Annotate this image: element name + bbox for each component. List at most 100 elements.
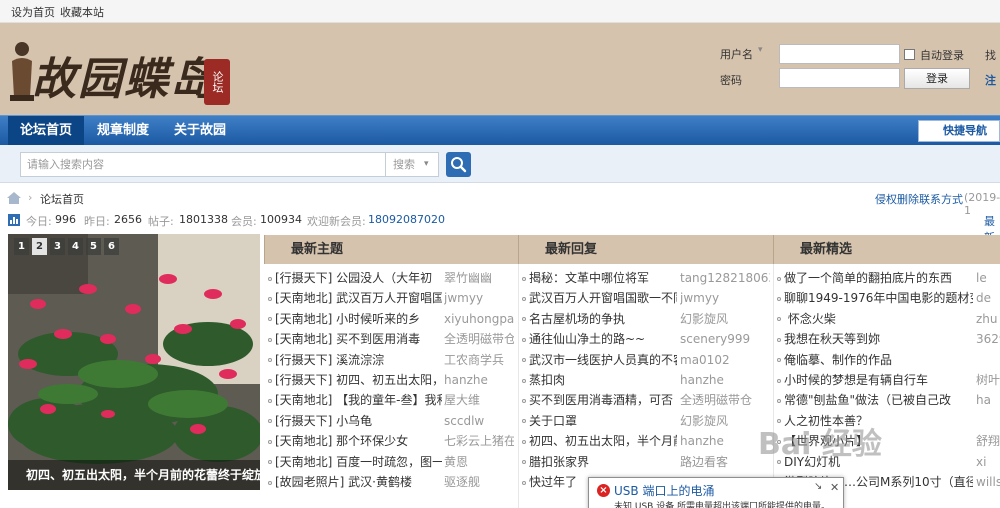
post-author[interactable]: tang1282180637: [680, 268, 770, 288]
post-title-link[interactable]: 初四、初五出太阳，半个月前的花: [522, 431, 677, 451]
password-input[interactable]: [779, 68, 900, 88]
post-author[interactable]: xi: [976, 452, 1000, 472]
slideshow[interactable]: 初四、初五出太阳，半个月前的花蕾终于绽放: [8, 234, 260, 490]
post-author[interactable]: wills: [976, 472, 1000, 492]
bookmark-link[interactable]: 收藏本站: [60, 4, 104, 20]
post-author[interactable]: de: [976, 288, 1000, 308]
post-title-link[interactable]: [天南地北] 百度一时疏忽，图一忘了: [268, 452, 442, 472]
post-author[interactable]: xiyuhongpao: [444, 309, 514, 329]
post-title-link[interactable]: 我想在秋天等到妳: [777, 329, 973, 349]
post-title: 聊聊1949-1976年中国电影的题材变: [784, 291, 973, 306]
post-author[interactable]: jwmyy: [680, 288, 770, 308]
post-title-link[interactable]: 武汉百万人开窗唱国歌一不同人有: [522, 288, 677, 308]
post-title: 小时候的梦想是有辆自行车: [784, 373, 929, 387]
slideshow-image: [8, 234, 260, 490]
newest-member-link[interactable]: 18092087020: [368, 213, 445, 226]
nav-about[interactable]: 关于故园: [162, 116, 238, 145]
search-bar: 请输入搜索内容 搜索 ▾: [0, 145, 1000, 183]
nav-rules[interactable]: 规章制度: [84, 116, 162, 145]
post-title-link[interactable]: 关于口罩: [522, 411, 677, 431]
post-title: 腊扣张家界: [529, 454, 590, 469]
post-title: [故园老照片] 武汉·黄鹤楼: [275, 475, 412, 489]
post-title-link[interactable]: 腊扣张家界: [522, 452, 677, 472]
post-title-link[interactable]: 俺临摹、制作的作品: [777, 350, 973, 370]
post-author[interactable]: 树叶: [976, 370, 1000, 390]
post-author[interactable]: 七彩云上猪在飞: [444, 431, 514, 451]
breadcrumb-home[interactable]: 论坛首页: [40, 191, 84, 207]
post-title-link[interactable]: 买不到医用消毒酒精，可否: [522, 390, 677, 410]
post-author[interactable]: 翠竹幽幽: [444, 268, 514, 288]
post-title: [行摄天下] 溪流淙淙: [275, 352, 385, 367]
post-title-link[interactable]: [故园老照片] 武汉·黄鹤楼: [268, 472, 442, 492]
post-title-link[interactable]: [行摄天下] 公园没人（大年初: [268, 268, 442, 288]
quick-nav-button[interactable]: 快捷导航: [918, 120, 1000, 142]
post-title-link[interactable]: [行摄天下] 溪流淙淙: [268, 350, 442, 370]
post-author[interactable]: 驱逐舰: [444, 472, 514, 492]
set-homepage-link[interactable]: 设为首页: [11, 4, 55, 20]
post-author[interactable]: 路边看客: [680, 452, 770, 472]
post-author[interactable]: 全透明磁带仓: [444, 329, 514, 349]
post-author[interactable]: 黄恩: [444, 452, 514, 472]
post-author[interactable]: [976, 411, 1000, 431]
post-author[interactable]: 屋大维: [444, 390, 514, 410]
post-title-link[interactable]: 常德"刨盐鱼"做法（已被自己改: [777, 390, 973, 410]
post-title-link[interactable]: [天南地北] 【我的童年-叁】我和班: [268, 390, 442, 410]
post-title-link[interactable]: [天南地北] 武汉百万人开窗唱国: [268, 288, 442, 308]
post-title-link[interactable]: [天南地北] 小时候听来的乡: [268, 309, 442, 329]
post-author[interactable]: 舒翔: [976, 431, 1000, 451]
post-author[interactable]: hanzhe: [680, 370, 770, 390]
post-author[interactable]: scenery999: [680, 329, 770, 349]
nav-forum-home[interactable]: 论坛首页: [8, 116, 84, 145]
post-author[interactable]: 幻影旋风: [680, 411, 770, 431]
post-title-link[interactable]: 聊聊1949-1976年中国电影的题材变: [777, 288, 973, 308]
post-title-link[interactable]: 怀念火柴: [777, 309, 973, 329]
slideshow-caption[interactable]: 初四、初五出太阳，半个月前的花蕾终于绽放: [8, 460, 260, 490]
post-author[interactable]: jwmyy: [444, 288, 514, 308]
site-logo[interactable]: 故园蝶岛 论坛: [8, 35, 233, 111]
register-link[interactable]: 注: [985, 72, 996, 88]
auto-login-checkbox[interactable]: [904, 49, 915, 60]
notification-title: USB 端口上的电涌: [614, 484, 715, 498]
post-title-link[interactable]: 小时候的梦想是有辆自行车: [777, 370, 973, 390]
slide-page-button[interactable]: 1: [14, 238, 29, 255]
close-icon[interactable]: ✕: [830, 481, 839, 494]
post-title-link[interactable]: 做了一个简单的翻拍底片的东西: [777, 268, 973, 288]
post-author[interactable]: 工农商学兵: [444, 350, 514, 370]
home-icon[interactable]: [7, 192, 21, 204]
post-author[interactable]: zhu: [976, 309, 1000, 329]
post-author[interactable]: 幻影旋风: [680, 309, 770, 329]
search-type-select[interactable]: 搜索 ▾: [385, 152, 439, 177]
slide-page-button[interactable]: 2: [32, 238, 47, 255]
post-title-link[interactable]: [天南地北] 买不到医用消毒: [268, 329, 442, 349]
post-title-link[interactable]: 名古屋机场的争执: [522, 309, 677, 329]
slide-page-button[interactable]: 6: [104, 238, 119, 255]
post-title-link[interactable]: [行摄天下] 小乌龟: [268, 411, 442, 431]
post-author[interactable]: [976, 350, 1000, 370]
post-title-link[interactable]: 揭秘：文革中哪位将军: [522, 268, 677, 288]
post-title-link[interactable]: [天南地北] 那个环保少女: [268, 431, 442, 451]
search-button[interactable]: [446, 152, 471, 177]
post-author[interactable]: hanzhe: [680, 431, 770, 451]
post-author[interactable]: 全透明磁带仓: [680, 390, 770, 410]
post-title-link[interactable]: 蒸扣肉: [522, 370, 677, 390]
bullet-icon: [268, 358, 272, 363]
copyright-notice-link[interactable]: 侵权删除联系方式: [875, 191, 963, 207]
post-author[interactable]: ha: [976, 390, 1000, 410]
notification-options-icon[interactable]: ↘: [814, 481, 822, 492]
post-author[interactable]: hanzhe: [444, 370, 514, 390]
usb-warning-notification[interactable]: × USB 端口上的电涌 未知 USB 设备 所需电量超出该端口所能提供的电量。…: [588, 477, 844, 508]
post-title-link[interactable]: [行摄天下] 初四、初五出太阳，半: [268, 370, 442, 390]
post-title-link[interactable]: 通往仙山净土的路~~: [522, 329, 677, 349]
post-author[interactable]: le: [976, 268, 1000, 288]
slide-page-button[interactable]: 3: [50, 238, 65, 255]
post-author[interactable]: 362908: [976, 329, 1000, 349]
login-button[interactable]: 登录: [904, 68, 970, 89]
slide-page-button[interactable]: 5: [86, 238, 101, 255]
slide-page-button[interactable]: 4: [68, 238, 83, 255]
find-password-link[interactable]: 找: [985, 47, 996, 63]
post-author[interactable]: sccdlw: [444, 411, 514, 431]
username-input[interactable]: [779, 44, 900, 64]
post-title-link[interactable]: 武汉市一线医护人员真的不容易: [522, 350, 677, 370]
post-author[interactable]: ma0102: [680, 350, 770, 370]
search-input[interactable]: 请输入搜索内容: [20, 152, 386, 177]
